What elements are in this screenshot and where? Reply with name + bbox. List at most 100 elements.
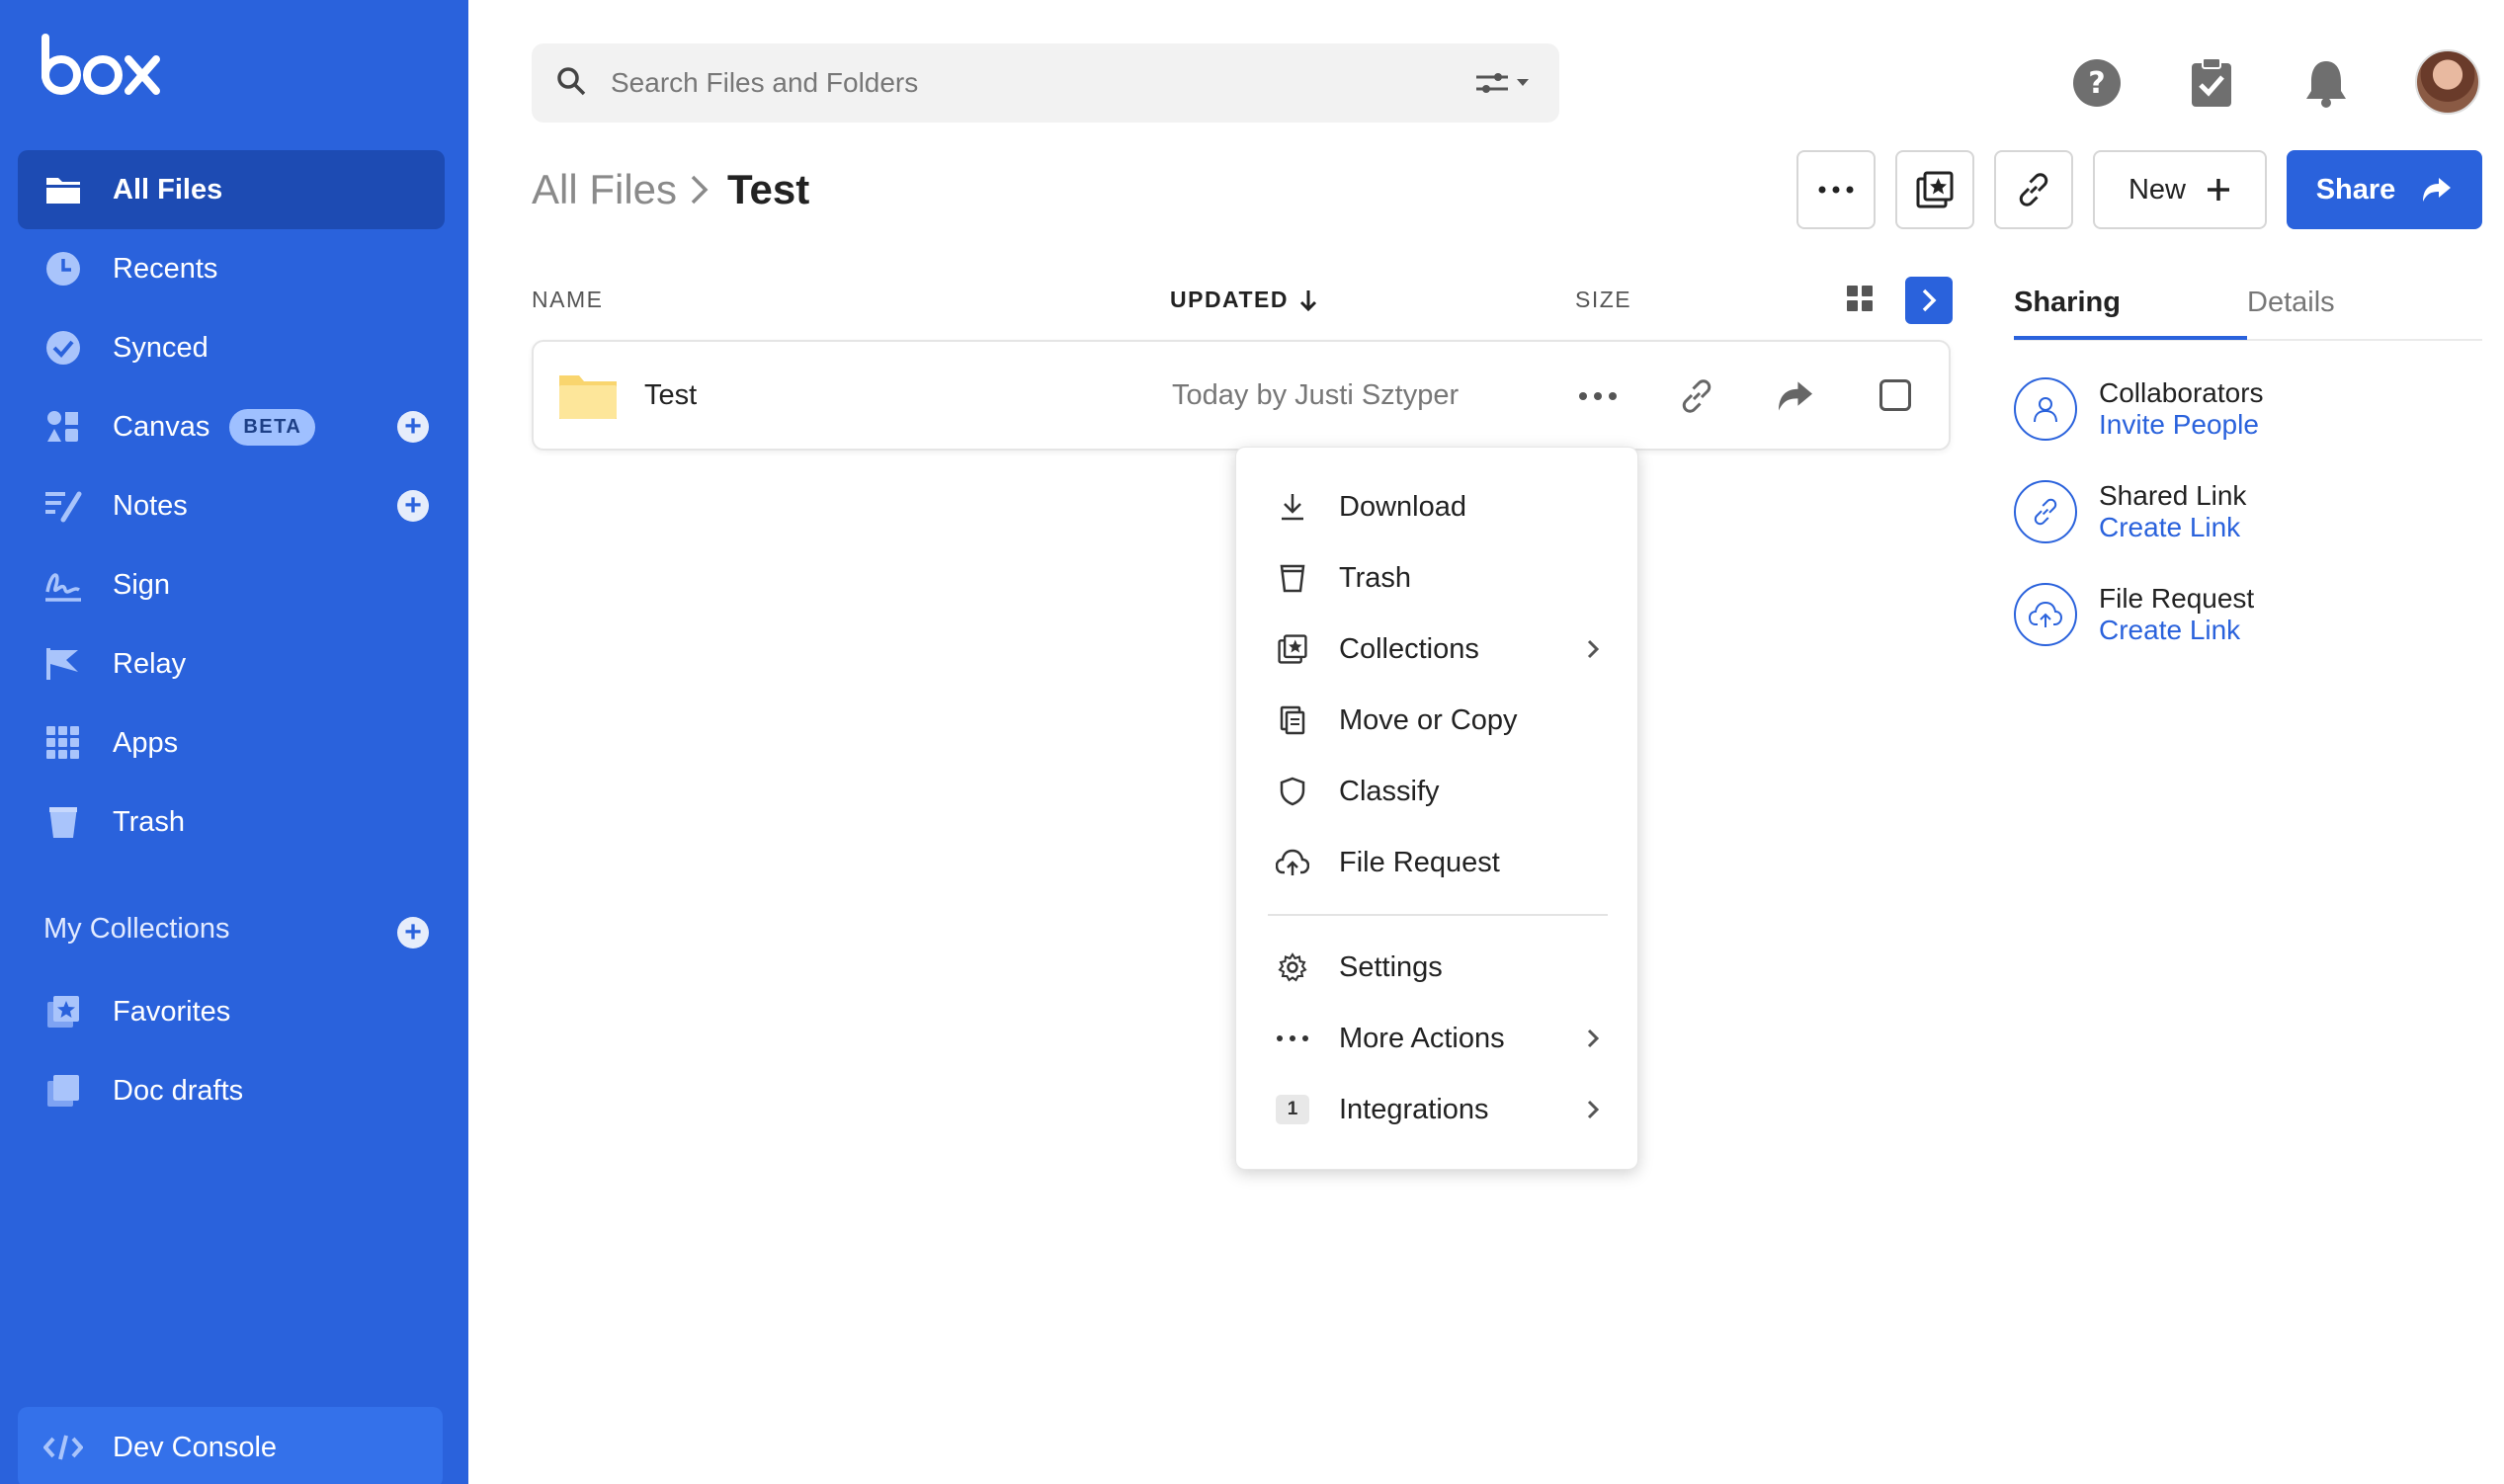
help-icon[interactable]: ? <box>2065 51 2128 115</box>
cloud-upload-icon <box>1276 846 1309 879</box>
row-share-button[interactable] <box>1769 370 1822 423</box>
link-icon <box>2019 173 2048 206</box>
caret-down-icon <box>1517 79 1529 86</box>
search-input[interactable]: Search Files and Folders <box>611 67 1474 99</box>
ellipsis-icon <box>1818 186 1854 194</box>
menu-item-label: Settings <box>1339 950 1443 983</box>
search-filter-button[interactable] <box>1474 71 1530 95</box>
bell-icon[interactable] <box>2295 51 2358 115</box>
page-title: Test <box>727 166 810 212</box>
tab-sharing[interactable]: Sharing <box>2014 287 2121 319</box>
add-to-collection-button[interactable] <box>1895 150 1974 229</box>
sidebar-item-label: Favorites <box>113 995 231 1028</box>
menu-item-settings[interactable]: Settings <box>1236 938 1639 997</box>
menu-item-classify[interactable]: Classify <box>1236 762 1639 821</box>
menu-item-download[interactable]: Download <box>1236 477 1639 536</box>
sidebar-item-favorites[interactable]: Favorites <box>18 972 445 1051</box>
menu-item-label: File Request <box>1339 846 1500 878</box>
download-icon <box>1276 490 1309 524</box>
avatar[interactable] <box>2415 49 2480 115</box>
search-icon <box>555 65 587 102</box>
sidebar-item-synced[interactable]: Synced <box>18 308 445 387</box>
row-checkbox[interactable] <box>1879 379 1911 411</box>
create-file-request-link[interactable]: Create Link <box>2099 615 2240 646</box>
sidebar-item-all-files[interactable]: All Files <box>18 150 445 229</box>
column-header-updated[interactable]: UPDATED <box>1170 287 1318 313</box>
sign-icon <box>43 565 83 605</box>
sharing-item-title: Shared Link <box>2099 480 2247 511</box>
sidebar-item-label: Synced <box>113 331 209 364</box>
menu-item-label: Classify <box>1339 775 1440 807</box>
sidebar-item-sign[interactable]: Sign <box>18 545 445 624</box>
plus-icon <box>2208 179 2229 201</box>
folder-icon <box>43 170 83 209</box>
menu-item-label: Integrations <box>1339 1093 1489 1125</box>
chevron-right-icon <box>1587 1029 1600 1048</box>
tasks-icon[interactable] <box>2180 51 2243 115</box>
menu-item-label: Move or Copy <box>1339 703 1518 736</box>
sidebar-item-canvas[interactable]: Canvas BETA + <box>18 387 445 466</box>
more-options-button[interactable] <box>1796 150 1876 229</box>
add-note-icon[interactable]: + <box>397 490 429 522</box>
column-header-name[interactable]: NAME <box>532 287 603 313</box>
menu-item-trash[interactable]: Trash <box>1236 548 1639 608</box>
trash-icon <box>43 802 83 842</box>
share-button-label: Share <box>2315 173 2396 206</box>
sidebar-item-label: Relay <box>113 647 187 680</box>
create-shared-link[interactable]: Create Link <box>2099 512 2240 543</box>
file-name[interactable]: Test <box>644 379 697 412</box>
box-logo[interactable] <box>40 34 164 104</box>
tab-details[interactable]: Details <box>2247 287 2335 319</box>
user-icon <box>2014 377 2077 441</box>
menu-item-label: Download <box>1339 490 1466 523</box>
copy-icon <box>1276 703 1309 737</box>
apps-grid-icon <box>43 723 83 763</box>
row-more-options-button[interactable] <box>1571 370 1625 423</box>
new-button-label: New <box>2128 173 2186 206</box>
sidebar-item-label: Trash <box>113 805 186 838</box>
integrations-badge: 1 <box>1276 1093 1309 1126</box>
sidebar-item-recents[interactable]: Recents <box>18 229 445 308</box>
invite-people-link[interactable]: Invite People <box>2099 409 2259 441</box>
column-header-size[interactable]: SIZE <box>1575 287 1631 313</box>
sidebar-item-notes[interactable]: Notes + <box>18 466 445 545</box>
collection-icon <box>1276 632 1309 666</box>
share-button[interactable]: Share <box>2287 150 2482 229</box>
sidebar-item-label: Canvas <box>113 410 210 443</box>
sidebar-item-label: All Files <box>113 173 223 206</box>
sidebar-item-relay[interactable]: Relay <box>18 624 445 703</box>
check-circle-icon <box>43 328 83 368</box>
sharing-item-title: File Request <box>2099 583 2255 614</box>
menu-item-more-actions[interactable]: More Actions <box>1236 1009 1639 1068</box>
table-row[interactable]: Test Today by Justi Sztyper <box>532 340 1951 451</box>
add-canvas-icon[interactable]: + <box>397 411 429 443</box>
menu-divider <box>1268 914 1608 916</box>
menu-item-file-request[interactable]: File Request <box>1236 833 1639 892</box>
add-collection-icon[interactable]: + <box>397 917 429 948</box>
grid-view-icon[interactable] <box>1846 285 1874 317</box>
dev-console-button[interactable]: Dev Console <box>18 1407 443 1484</box>
relay-icon <box>43 644 83 684</box>
new-button[interactable]: New <box>2093 150 2267 229</box>
sidebar-item-trash[interactable]: Trash <box>18 783 445 862</box>
row-link-button[interactable] <box>1670 370 1723 423</box>
link-icon <box>1682 379 1711 413</box>
filter-icon <box>1476 73 1508 93</box>
integrations-count-badge: 1 <box>1276 1095 1309 1124</box>
menu-item-move-copy[interactable]: Move or Copy <box>1236 691 1639 750</box>
menu-item-label: Trash <box>1339 561 1412 594</box>
sidebar-item-label: Apps <box>113 726 179 759</box>
breadcrumb-root[interactable]: All Files <box>532 166 677 213</box>
menu-item-integrations[interactable]: 1 Integrations <box>1236 1080 1639 1139</box>
sidebar-item-doc-drafts[interactable]: Doc drafts <box>18 1051 445 1130</box>
menu-item-collections[interactable]: Collections <box>1236 619 1639 679</box>
context-menu: Download Trash Collections Move or Copy … <box>1235 447 1638 1170</box>
sidebar-item-apps[interactable]: Apps <box>18 703 445 783</box>
menu-item-label: More Actions <box>1339 1022 1505 1054</box>
toggle-sidebar-button[interactable] <box>1905 277 1953 324</box>
menu-item-label: Collections <box>1339 632 1479 665</box>
search-bar[interactable]: Search Files and Folders <box>532 43 1559 123</box>
arrow-down-icon <box>1299 289 1317 311</box>
copy-link-button[interactable] <box>1994 150 2073 229</box>
star-collection-icon <box>43 992 83 1031</box>
